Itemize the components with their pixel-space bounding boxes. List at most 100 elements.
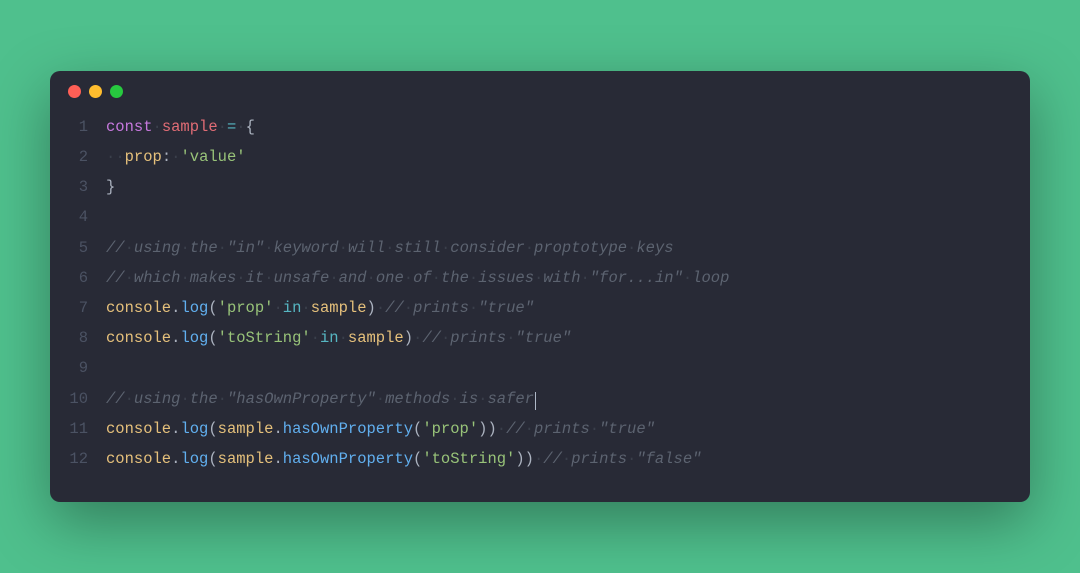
token-ws: · bbox=[367, 269, 376, 287]
token-comment: proptotype bbox=[534, 239, 627, 257]
token-string: 'prop' bbox=[422, 420, 478, 438]
token-ws: · bbox=[264, 239, 273, 257]
text-cursor bbox=[535, 392, 536, 410]
token-comment: "for...in" bbox=[590, 269, 683, 287]
token-console: console bbox=[106, 329, 171, 347]
token-ws: · bbox=[469, 269, 478, 287]
token-comment: the bbox=[190, 239, 218, 257]
code-line: 1const·sample·=·{ bbox=[68, 112, 1012, 142]
token-console: console bbox=[106, 450, 171, 468]
token-param: sample bbox=[311, 299, 367, 317]
code-line: 11console.log(sample.hasOwnProperty('pro… bbox=[68, 414, 1012, 444]
code-line: 9 bbox=[68, 353, 1012, 383]
token-ws: · bbox=[153, 118, 162, 136]
window-titlebar bbox=[50, 71, 1030, 102]
code-line: 12console.log(sample.hasOwnProperty('toS… bbox=[68, 444, 1012, 474]
token-comment: keyword bbox=[274, 239, 339, 257]
close-icon[interactable] bbox=[68, 85, 81, 98]
token-comment: "true" bbox=[478, 299, 534, 317]
token-ws: · bbox=[590, 420, 599, 438]
token-comment: // bbox=[106, 390, 125, 408]
code-content: //·which·makes·it·unsafe·and·one·of·the·… bbox=[106, 263, 729, 293]
token-punct: ( bbox=[208, 329, 217, 347]
line-number: 12 bbox=[68, 444, 106, 474]
token-comment: "true" bbox=[515, 329, 571, 347]
token-comment: it bbox=[246, 269, 265, 287]
token-ws: · bbox=[236, 269, 245, 287]
code-content: const·sample·=·{ bbox=[106, 112, 255, 142]
token-keyword: const bbox=[106, 118, 153, 136]
token-ws: · bbox=[450, 390, 459, 408]
token-punct: . bbox=[273, 420, 282, 438]
token-ws: · bbox=[525, 239, 534, 257]
token-op: = bbox=[227, 118, 236, 136]
token-ws: · bbox=[180, 269, 189, 287]
token-comment: // bbox=[385, 299, 404, 317]
token-comment: with bbox=[543, 269, 580, 287]
token-string: 'value' bbox=[180, 148, 245, 166]
token-comment: prints bbox=[571, 450, 627, 468]
token-ws: · bbox=[581, 269, 590, 287]
token-comment: makes bbox=[190, 269, 237, 287]
code-content: } bbox=[106, 172, 115, 202]
code-line: 7console.log('prop'·in·sample)·//·prints… bbox=[68, 293, 1012, 323]
token-punct: ( bbox=[208, 299, 217, 317]
token-comment: the bbox=[190, 390, 218, 408]
token-ws: · bbox=[525, 420, 534, 438]
token-comment: // bbox=[422, 329, 441, 347]
code-line: 4 bbox=[68, 202, 1012, 232]
token-ws: · bbox=[180, 239, 189, 257]
token-comment: will bbox=[348, 239, 385, 257]
token-comment: // bbox=[506, 420, 525, 438]
token-method: log bbox=[180, 299, 208, 317]
token-comment: // bbox=[106, 269, 125, 287]
token-param: sample bbox=[218, 450, 274, 468]
token-ws: · bbox=[497, 420, 506, 438]
token-ws: · bbox=[627, 450, 636, 468]
line-number: 11 bbox=[68, 414, 106, 444]
token-comment: the bbox=[441, 269, 469, 287]
token-ws: · bbox=[106, 148, 115, 166]
token-comment: prints bbox=[413, 299, 469, 317]
token-ws: · bbox=[376, 299, 385, 317]
code-line: 2··prop:·'value' bbox=[68, 142, 1012, 172]
token-ws: · bbox=[339, 329, 348, 347]
token-ws: · bbox=[534, 450, 543, 468]
line-number: 7 bbox=[68, 293, 106, 323]
token-ws: · bbox=[218, 239, 227, 257]
token-method: hasOwnProperty bbox=[283, 450, 413, 468]
line-number: 2 bbox=[68, 142, 106, 172]
token-comment: and bbox=[339, 269, 367, 287]
line-number: 4 bbox=[68, 202, 106, 232]
token-punct: { bbox=[246, 118, 255, 136]
token-ws: · bbox=[413, 329, 422, 347]
token-comment: "false" bbox=[636, 450, 701, 468]
token-punct: )) bbox=[478, 420, 497, 438]
token-string: 'toString' bbox=[422, 450, 515, 468]
token-ws: · bbox=[562, 450, 571, 468]
token-ws: · bbox=[273, 299, 282, 317]
line-number: 1 bbox=[68, 112, 106, 142]
code-editor[interactable]: 1const·sample·=·{2··prop:·'value'3}45//·… bbox=[50, 102, 1030, 503]
token-comment: still bbox=[394, 239, 441, 257]
token-op: in bbox=[320, 329, 339, 347]
token-comment: prints bbox=[534, 420, 590, 438]
token-comment: is bbox=[460, 390, 479, 408]
code-line: 3} bbox=[68, 172, 1012, 202]
token-ws: · bbox=[627, 239, 636, 257]
token-comment: of bbox=[413, 269, 432, 287]
token-ws: · bbox=[376, 390, 385, 408]
code-content: //·using·the·"in"·keyword·will·still·con… bbox=[106, 233, 674, 263]
token-punct: ( bbox=[413, 450, 422, 468]
token-ws: · bbox=[218, 390, 227, 408]
token-comment: // bbox=[106, 239, 125, 257]
token-punct: : bbox=[162, 148, 171, 166]
line-number: 5 bbox=[68, 233, 106, 263]
token-ws: · bbox=[404, 299, 413, 317]
token-comment: "in" bbox=[227, 239, 264, 257]
code-line: 8console.log('toString'·in·sample)·//·pr… bbox=[68, 323, 1012, 353]
minimize-icon[interactable] bbox=[89, 85, 102, 98]
zoom-icon[interactable] bbox=[110, 85, 123, 98]
token-punct: } bbox=[106, 178, 115, 196]
token-ws: · bbox=[506, 329, 515, 347]
